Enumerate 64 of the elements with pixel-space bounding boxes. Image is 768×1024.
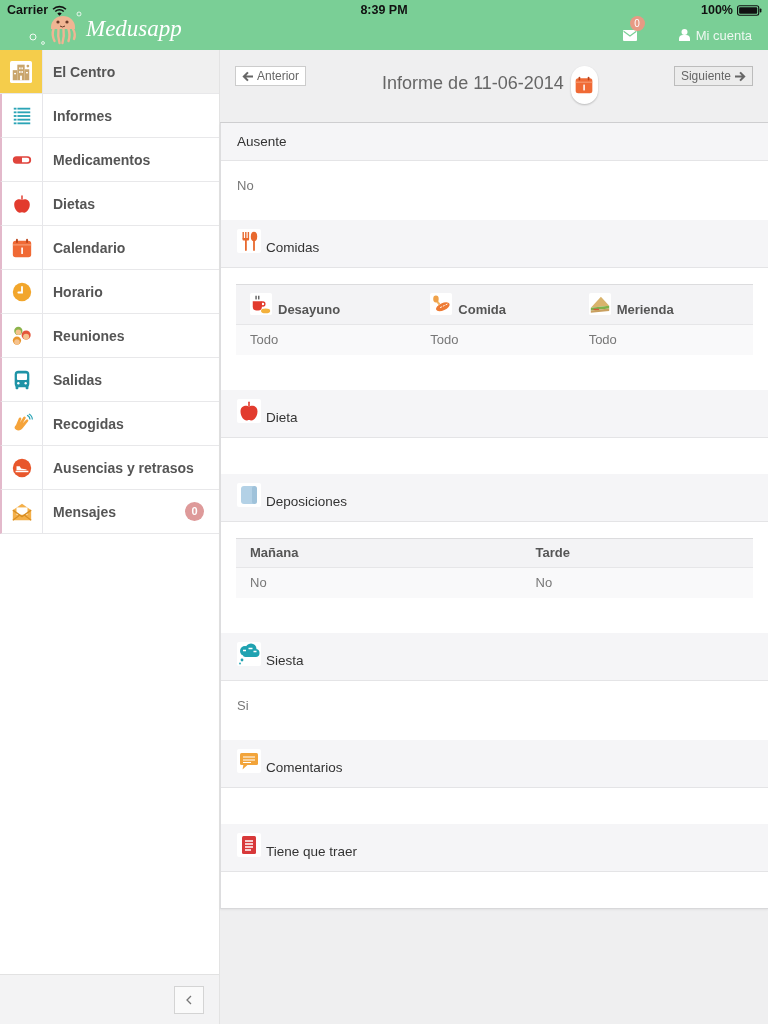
- column-header: Merienda: [616, 302, 674, 318]
- collapse-button[interactable]: [174, 985, 204, 1014]
- sidebar-item[interactable]: El Centro: [0, 50, 219, 94]
- table-cell-text: No: [534, 575, 554, 591]
- calendar-icon: [11, 236, 33, 259]
- arrow-left-icon: [242, 70, 253, 82]
- table-cell-text: No: [249, 575, 268, 591]
- message-count-badge: 0: [629, 15, 645, 31]
- coffee-cup-icon: [250, 293, 272, 315]
- comment-icon: [237, 749, 261, 773]
- chevron-left-icon: [186, 994, 192, 1005]
- chicken-bread-icon: [430, 293, 453, 315]
- notepad-icon: [237, 833, 261, 857]
- section-value: No: [236, 177, 255, 195]
- clock-icon: [11, 280, 33, 303]
- column-header: Desayuno: [278, 302, 341, 318]
- report-title: Informe de 11-06-2014: [382, 72, 564, 94]
- sleep-cloud-icon: [237, 642, 261, 666]
- paper-roll-icon: [237, 483, 261, 507]
- column-header: Comida: [458, 302, 506, 318]
- sidebar-item[interactable]: Mensajes 0: [0, 490, 219, 534]
- section-title: Siesta: [266, 653, 304, 669]
- next-button[interactable]: Siguiente: [673, 66, 753, 86]
- apple-icon: [237, 399, 261, 423]
- table-cell-text: Todo: [587, 332, 618, 348]
- message-count-badge: 0: [185, 502, 204, 521]
- building-icon: [10, 60, 32, 83]
- user-icon: [678, 29, 690, 41]
- table-cell-text: Todo: [429, 332, 460, 348]
- shoe-icon: [11, 456, 33, 479]
- sidebar-item[interactable]: Reuniones: [0, 314, 219, 358]
- section-title: Dieta: [266, 410, 298, 426]
- battery-icon: [737, 4, 762, 16]
- sidebar-item[interactable]: Calendario: [0, 226, 219, 270]
- sidebar-item[interactable]: Horario: [0, 270, 219, 314]
- people-icon: [11, 324, 33, 347]
- wifi-icon: [52, 4, 67, 16]
- battery-percent: 100%: [701, 3, 733, 17]
- envelope-icon[interactable]: [622, 29, 637, 41]
- calendar-icon: [574, 75, 595, 95]
- section-title: Deposiciones: [266, 494, 348, 510]
- previous-button[interactable]: Anterior: [235, 66, 307, 86]
- clock-time: 8:39 PM: [360, 3, 408, 17]
- section-value: Si: [236, 697, 250, 715]
- app-logo-text: Medusapp: [86, 16, 182, 42]
- sidebar-item[interactable]: Recogidas: [0, 402, 219, 446]
- sidebar-item[interactable]: Dietas: [0, 182, 219, 226]
- section-title: Tiene que traer: [266, 844, 358, 860]
- sidebar-item[interactable]: Salidas: [0, 358, 219, 402]
- column-header: Tarde: [535, 545, 570, 561]
- carrier-text: Carrier: [7, 3, 48, 17]
- calendar-button[interactable]: [570, 66, 598, 104]
- section-title: Ausente: [237, 133, 287, 150]
- sidebar-item[interactable]: Ausencias y retrasos: [0, 446, 219, 490]
- sidebar-item[interactable]: Informes: [0, 94, 219, 138]
- utensils-icon: [237, 229, 261, 253]
- section-title: Comentarios: [266, 760, 343, 776]
- table-cell-text: Todo: [249, 332, 280, 348]
- sidebar-item[interactable]: Medicamentos: [0, 138, 219, 182]
- sandwich-icon: [588, 293, 611, 315]
- arrow-right-icon: [735, 70, 746, 82]
- section-title: Comidas: [266, 240, 320, 256]
- apple-icon: [11, 192, 33, 215]
- column-header: Mañana: [250, 545, 299, 561]
